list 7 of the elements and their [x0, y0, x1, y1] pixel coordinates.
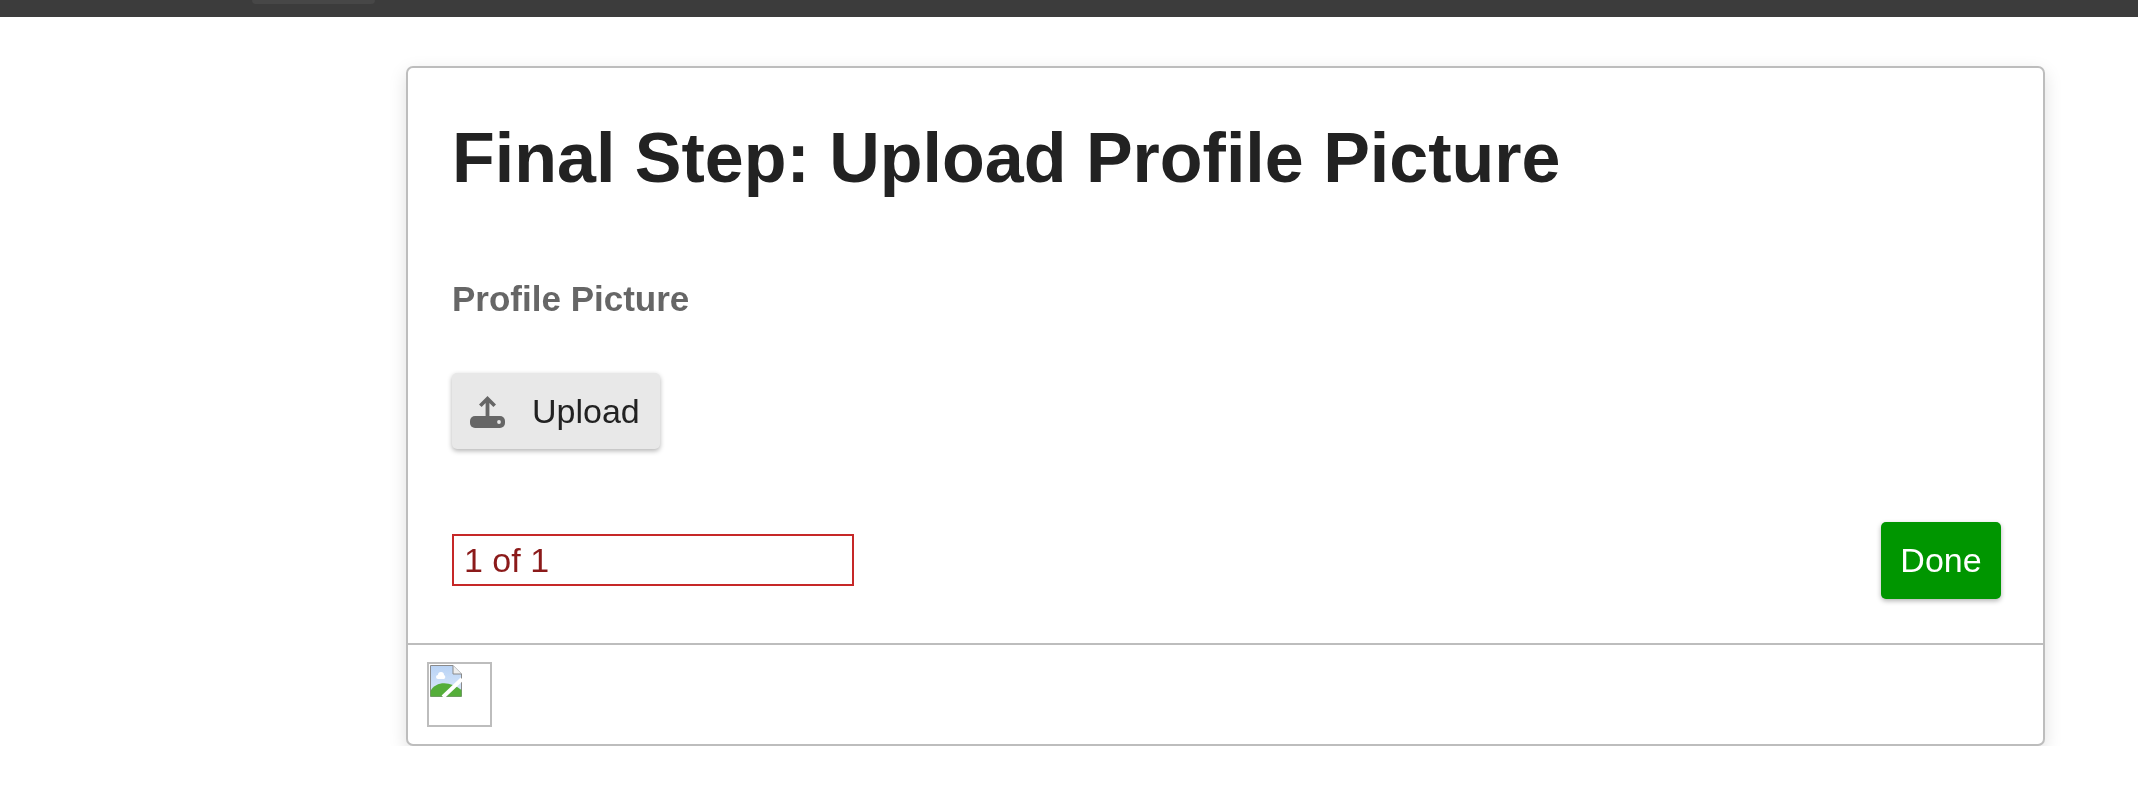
upload-button[interactable]: Upload	[452, 372, 660, 449]
step-field[interactable]: 1 of 1	[452, 534, 854, 586]
page-title: Final Step: Upload Profile Picture	[452, 118, 1562, 199]
upload-icon	[470, 393, 505, 428]
field-label: Profile Picture	[452, 277, 691, 320]
broken-image-icon	[430, 664, 462, 697]
done-button[interactable]: Done	[1881, 521, 2001, 599]
